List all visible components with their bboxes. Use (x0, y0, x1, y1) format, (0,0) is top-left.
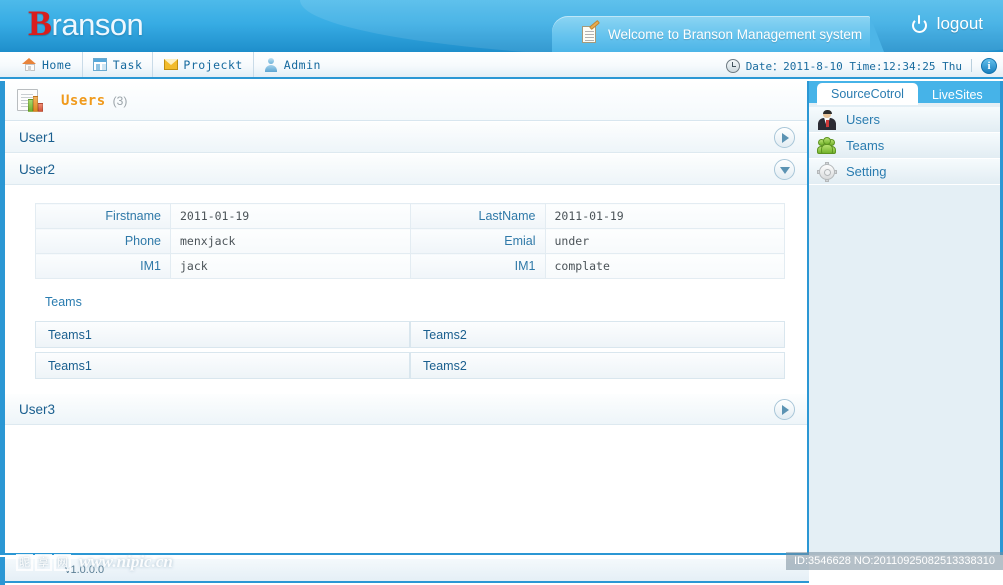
tab-livesites[interactable]: LiveSites (918, 84, 997, 105)
user-detail-table: Firstname 2011-01-19 LastName 2011-01-19… (35, 203, 785, 279)
team-cell: Teams2 (410, 321, 785, 348)
user-detail-pane: Firstname 2011-01-19 LastName 2011-01-19… (5, 185, 807, 393)
main-content-panel: Users (3) User1 User2 Firstname 2011-01-… (0, 81, 809, 555)
nav-label-task: Task (112, 57, 143, 72)
nav-item-admin[interactable]: Admin (252, 52, 331, 77)
sidebar-item-teams[interactable]: Teams (809, 133, 1000, 159)
divider (971, 59, 972, 72)
power-icon (911, 14, 930, 34)
list-item[interactable]: User1 (5, 121, 807, 153)
nav-label-projeckt: Projeckt (183, 57, 243, 72)
user-name: User3 (19, 401, 56, 417)
collapse-toggle-user2[interactable] (774, 159, 795, 180)
footer-bar: v1.0.0.0 (5, 559, 809, 583)
field-label: IM1 (35, 253, 171, 279)
sidebar-item-setting[interactable]: Setting (809, 159, 1000, 185)
field-label: Phone (35, 228, 171, 254)
sidebar-item-label: Setting (846, 164, 887, 179)
image-id-badge: ID:3546628 NO:20110925082513338310 (785, 552, 1003, 570)
logo-initial: B (28, 3, 52, 43)
app-logo: Branson (28, 2, 144, 44)
field-value: 2011-01-19 (170, 203, 411, 229)
panel-header: Users (3) (5, 81, 807, 121)
person-suit-icon (817, 109, 837, 130)
teams-table: Teams1 Teams2 Teams1 Teams2 (35, 317, 785, 383)
field-label: LastName (409, 203, 546, 229)
nav-item-list: Home Task Projeckt Admin (0, 52, 331, 77)
right-sidebar: SourceCotrol LiveSites Users Teams Setti… (809, 81, 1003, 555)
field-value: 2011-01-19 (544, 203, 785, 229)
page-title: Users (61, 92, 106, 109)
logo-text: ranson (51, 7, 144, 42)
team-cell: Teams1 (35, 321, 410, 348)
clock-icon (725, 58, 740, 73)
table-row: Firstname 2011-01-19 LastName 2011-01-19 (35, 203, 785, 229)
expand-toggle-user1[interactable] (774, 127, 795, 148)
logout-label: logout (936, 14, 983, 33)
user-name: User1 (19, 129, 56, 145)
sidebar-item-users[interactable]: Users (809, 107, 1000, 133)
datetime-text: Date：2011-8-10 Time:12:34:25 Thu (745, 59, 962, 73)
triangle-right-icon (782, 404, 789, 415)
app-header: Branson Welcome to Branson Management sy… (0, 0, 1003, 52)
list-item[interactable]: User3 (5, 393, 807, 425)
list-item[interactable]: User2 (5, 153, 807, 185)
field-label: IM1 (409, 253, 546, 279)
nav-label-admin: Admin (283, 57, 321, 72)
nav-item-task[interactable]: Task (81, 52, 153, 77)
table-row[interactable]: Teams1 Teams2 (35, 321, 785, 348)
info-icon[interactable]: i (981, 57, 997, 74)
tab-sourcecotrol[interactable]: SourceCotrol (817, 83, 918, 105)
triangle-right-icon (782, 132, 789, 143)
nav-item-home[interactable]: Home (12, 52, 82, 77)
logout-button[interactable]: logout (911, 14, 983, 34)
team-cell: Teams2 (410, 352, 785, 379)
field-value: jack (170, 253, 411, 279)
nav-label-home: Home (42, 57, 72, 72)
teams-section-heading: Teams (45, 295, 82, 309)
home-icon (22, 57, 37, 72)
report-chart-icon (17, 88, 45, 114)
user-icon (264, 57, 279, 72)
field-label: Firstname (35, 203, 171, 229)
mail-icon (163, 57, 178, 72)
version-label: v1.0.0.0 (65, 564, 105, 576)
field-value: complate (544, 253, 785, 279)
application-window: Branson Welcome to Branson Management sy… (0, 0, 1003, 585)
field-label: Emial (409, 228, 546, 254)
field-value: under (544, 228, 785, 254)
welcome-text: Welcome to Branson Management system (608, 26, 863, 42)
datetime-display: Date：2011-8-10 Time:12:34:25 Thu i (725, 53, 997, 78)
field-value: menxjack (170, 228, 411, 254)
table-row: Phone menxjack Emial under (35, 228, 785, 254)
gear-icon (817, 161, 837, 182)
table-row[interactable]: Teams1 Teams2 (35, 352, 785, 379)
table-row: IM1 jack IM1 complate (35, 253, 785, 279)
user-name: User2 (19, 161, 56, 177)
window-icon (93, 57, 108, 72)
nav-item-projeckt[interactable]: Projeckt (152, 52, 252, 77)
page-title-count: (3) (112, 93, 128, 108)
triangle-down-icon (779, 167, 790, 174)
expand-toggle-user3[interactable] (774, 399, 795, 420)
sidebar-item-label: Users (846, 112, 880, 127)
sidebar-tabs: SourceCotrol LiveSites (809, 81, 1000, 105)
welcome-banner: Welcome to Branson Management system (552, 16, 884, 52)
team-cell: Teams1 (35, 352, 410, 379)
sidebar-item-list: Users Teams Setting (809, 105, 1000, 185)
notepad-icon (580, 19, 600, 44)
people-group-icon (817, 136, 837, 156)
sidebar-item-label: Teams (846, 138, 885, 153)
